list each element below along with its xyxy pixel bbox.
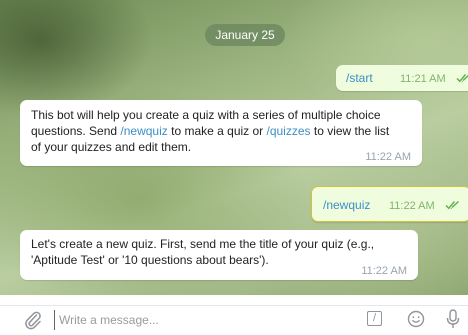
microphone-icon[interactable]: [446, 309, 460, 329]
message-line: of your quizzes and edit them.: [31, 140, 192, 154]
message-time: 11:22 AM: [361, 265, 407, 277]
slash-command-icon[interactable]: /: [367, 311, 382, 326]
message-time: 11:22 AM: [365, 151, 411, 163]
message-text: /start: [346, 71, 373, 85]
double-check-icon: [445, 200, 461, 210]
message-line: 'Aptitude Test' or '10 questions about b…: [31, 253, 269, 267]
message-outgoing-newquiz[interactable]: /newquiz 11:22 AM: [311, 186, 468, 222]
double-check-icon: [456, 73, 468, 83]
message-outgoing-start[interactable]: /start 11:21 AM: [336, 65, 468, 91]
message-composer: /: [0, 305, 468, 334]
message-line: Let's create a new quiz. First, send me …: [31, 237, 375, 251]
chat-history[interactable]: January 25 /start 11:21 AM This bot will…: [0, 0, 468, 295]
message-time: 11:22 AM: [389, 200, 435, 212]
message-fragment: to view the list: [310, 124, 390, 138]
message-incoming-bot-create[interactable]: Let's create a new quiz. First, send me …: [20, 230, 418, 280]
newquiz-command-link[interactable]: /newquiz: [120, 124, 167, 138]
message-text: Let's create a new quiz. First, send me …: [31, 236, 374, 268]
message-text: This bot will help you create a quiz wit…: [31, 107, 389, 155]
message-fragment: questions. Send: [31, 124, 121, 138]
smiley-icon[interactable]: [407, 310, 425, 328]
message-line: questions. Send /newquiz to make a quiz …: [31, 123, 389, 139]
message-line: This bot will help you create a quiz wit…: [31, 108, 381, 122]
paperclip-icon[interactable]: [24, 310, 42, 330]
message-fragment: to make a quiz or: [167, 124, 267, 138]
message-input[interactable]: [54, 310, 339, 330]
message-text: /newquiz: [323, 198, 371, 212]
date-separator: January 25: [205, 24, 285, 46]
message-incoming-bot-intro[interactable]: This bot will help you create a quiz wit…: [20, 100, 422, 166]
quizzes-command-link[interactable]: /quizzes: [267, 124, 311, 138]
message-time: 11:21 AM: [400, 73, 446, 85]
